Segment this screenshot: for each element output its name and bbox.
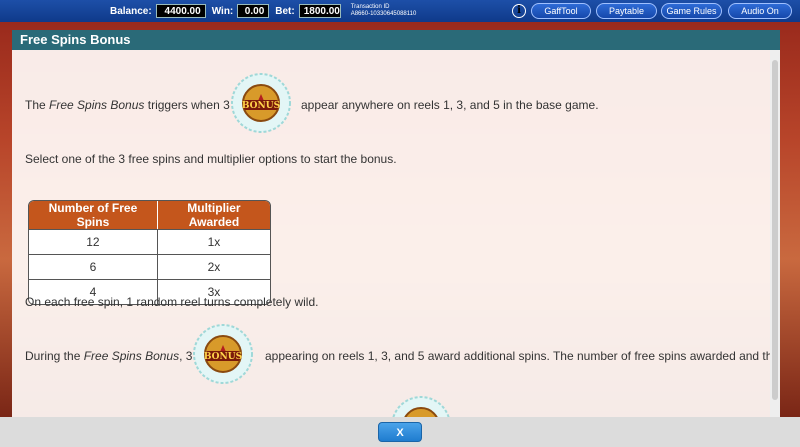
- p1-italic: Free Spins Bonus: [49, 98, 145, 112]
- cell-multiplier: 2x: [157, 254, 270, 279]
- transaction-id: Transaction ID A8660-10330645088110: [351, 4, 417, 18]
- modal-body[interactable]: The Free Spins Bonus triggers when 3 BON…: [12, 50, 780, 417]
- bottom-bar: X: [0, 417, 800, 447]
- bet-label: Bet:: [275, 5, 295, 17]
- game-rules-button[interactable]: Game Rules: [661, 3, 722, 19]
- bonus-symbol-text: BONUS: [204, 352, 242, 362]
- win-label: Win:: [211, 5, 234, 17]
- win-value: 0.00: [237, 4, 270, 18]
- paytable-button[interactable]: Paytable: [596, 3, 657, 19]
- paragraph-retrigger: During the Free Spins Bonus, 3: [25, 349, 192, 363]
- info-icon[interactable]: i: [512, 4, 526, 18]
- audio-on-button[interactable]: Audio On: [728, 3, 792, 19]
- cell-multiplier: 1x: [157, 229, 270, 254]
- balance-label: Balance:: [110, 5, 152, 17]
- p1-prefix: The: [25, 98, 50, 112]
- scroll-thumb[interactable]: [772, 60, 778, 400]
- paragraph-trigger-suffix: appear anywhere on reels 1, 3, and 5 in …: [301, 98, 599, 112]
- modal-scrollbar[interactable]: [770, 50, 780, 417]
- balance-value: 4400.00: [155, 4, 206, 18]
- p1-mid: triggers when 3: [144, 98, 230, 112]
- bonus-symbol-text: BONUS: [242, 101, 280, 111]
- table-row: 6 2x: [29, 254, 270, 279]
- bonus-symbol-icon: [392, 396, 450, 417]
- transaction-value: A8660-10330645088110: [350, 11, 417, 17]
- bonus-symbol-icon: BONUS: [231, 73, 291, 133]
- paragraph-select: Select one of the 3 free spins and multi…: [25, 152, 397, 166]
- header-free-spins: Number of Free Spins: [29, 201, 158, 229]
- table-row: 12 1x: [29, 229, 270, 254]
- cell-spins: 6: [29, 254, 158, 279]
- bet-value: 1800.00: [298, 4, 341, 18]
- free-spins-modal: Free Spins Bonus The Free Spins Bonus tr…: [12, 30, 780, 417]
- transaction-label: Transaction ID: [350, 4, 390, 10]
- bonus-symbol-icon: BONUS: [193, 324, 253, 384]
- cell-spins: 12: [29, 229, 158, 254]
- free-spins-table: Number of Free Spins Multiplier Awarded …: [28, 200, 271, 305]
- paragraph-retrigger-suffix: appearing on reels 1, 3, and 5 award add…: [265, 349, 780, 363]
- paragraph-wild: On each free spin, 1 random reel turns c…: [25, 295, 319, 309]
- p4-prefix: During the: [25, 349, 84, 363]
- header-multiplier: Multiplier Awarded: [157, 201, 270, 229]
- modal-title: Free Spins Bonus: [12, 30, 780, 50]
- gafftool-button[interactable]: GaffTool: [531, 3, 591, 19]
- p4-mid: , 3: [179, 349, 193, 363]
- close-button[interactable]: X: [378, 422, 422, 442]
- paragraph-trigger: The Free Spins Bonus triggers when 3: [25, 98, 230, 112]
- p4-italic: Free Spins Bonus: [83, 349, 180, 363]
